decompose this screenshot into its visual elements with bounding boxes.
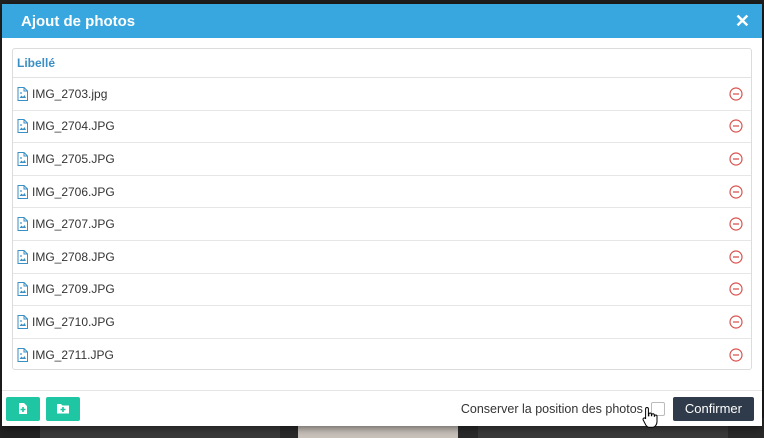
remove-icon[interactable] (729, 217, 743, 231)
file-name: IMG_2711.JPG (32, 348, 114, 363)
file-name: IMG_2709.JPG (32, 282, 115, 297)
image-file-icon (17, 86, 28, 101)
list-header: Libellé (13, 49, 751, 78)
file-name: IMG_2703.jpg (32, 86, 108, 101)
image-file-icon (17, 217, 28, 232)
file-name: IMG_2705.JPG (32, 151, 115, 166)
modal-body: Libellé IMG_2703.jpg IMG_2704.JPG IMG_2705… (2, 38, 762, 390)
remove-icon[interactable] (729, 348, 743, 362)
file-name: IMG_2706.JPG (32, 184, 115, 199)
list-item: IMG_2711.JPG (13, 339, 751, 369)
file-plus-icon (19, 403, 27, 414)
file-list: Libellé IMG_2703.jpg IMG_2704.JPG IMG_2705… (12, 48, 752, 370)
image-file-icon (17, 314, 28, 329)
modal-title: Ajout de photos (21, 12, 136, 30)
backdrop-thumbnail (478, 424, 728, 438)
list-item: IMG_2706.JPG (13, 176, 751, 209)
list-item: IMG_2705.JPG (13, 143, 751, 176)
folder-plus-icon (57, 404, 69, 414)
remove-icon[interactable] (729, 152, 743, 166)
image-file-icon (17, 348, 28, 363)
file-name: IMG_2704.JPG (32, 119, 115, 134)
list-item: IMG_2707.JPG (13, 208, 751, 241)
column-header-libelle: Libellé (17, 56, 56, 70)
close-icon[interactable]: ✕ (735, 12, 750, 30)
remove-icon[interactable] (729, 315, 743, 329)
confirm-button[interactable]: Confirmer (672, 396, 754, 421)
modal-header: Ajout de photos ✕ (2, 4, 762, 38)
image-file-icon (17, 119, 28, 134)
remove-icon[interactable] (729, 282, 743, 296)
file-name: IMG_2707.JPG (32, 217, 115, 232)
list-item: IMG_2710.JPG (13, 306, 751, 339)
hand-pointer-icon (642, 406, 658, 428)
image-file-icon (17, 184, 28, 199)
remove-icon[interactable] (729, 250, 743, 264)
add-file-button[interactable] (6, 396, 40, 421)
backdrop-thumbnail (40, 424, 280, 438)
remove-icon[interactable] (729, 184, 743, 199)
list-item: IMG_2709.JPG (13, 274, 751, 307)
image-file-icon (17, 249, 28, 264)
backdrop-thumbnail (298, 424, 458, 438)
image-file-icon (17, 282, 28, 297)
list-item: IMG_2703.jpg (13, 78, 751, 111)
file-name: IMG_2710.JPG (32, 314, 115, 329)
add-folder-button[interactable] (46, 396, 80, 421)
keep-position-label: Conserver la position des photos (460, 401, 643, 416)
list-item: IMG_2708.JPG (13, 241, 751, 274)
file-name: IMG_2708.JPG (32, 249, 115, 264)
list-item: IMG_2704.JPG (13, 111, 751, 144)
remove-icon[interactable] (729, 87, 743, 101)
add-photos-modal: Ajout de photos ✕ Libellé IMG_2703.jpg IM… (2, 4, 762, 426)
image-file-icon (17, 151, 28, 166)
remove-icon[interactable] (729, 119, 743, 133)
